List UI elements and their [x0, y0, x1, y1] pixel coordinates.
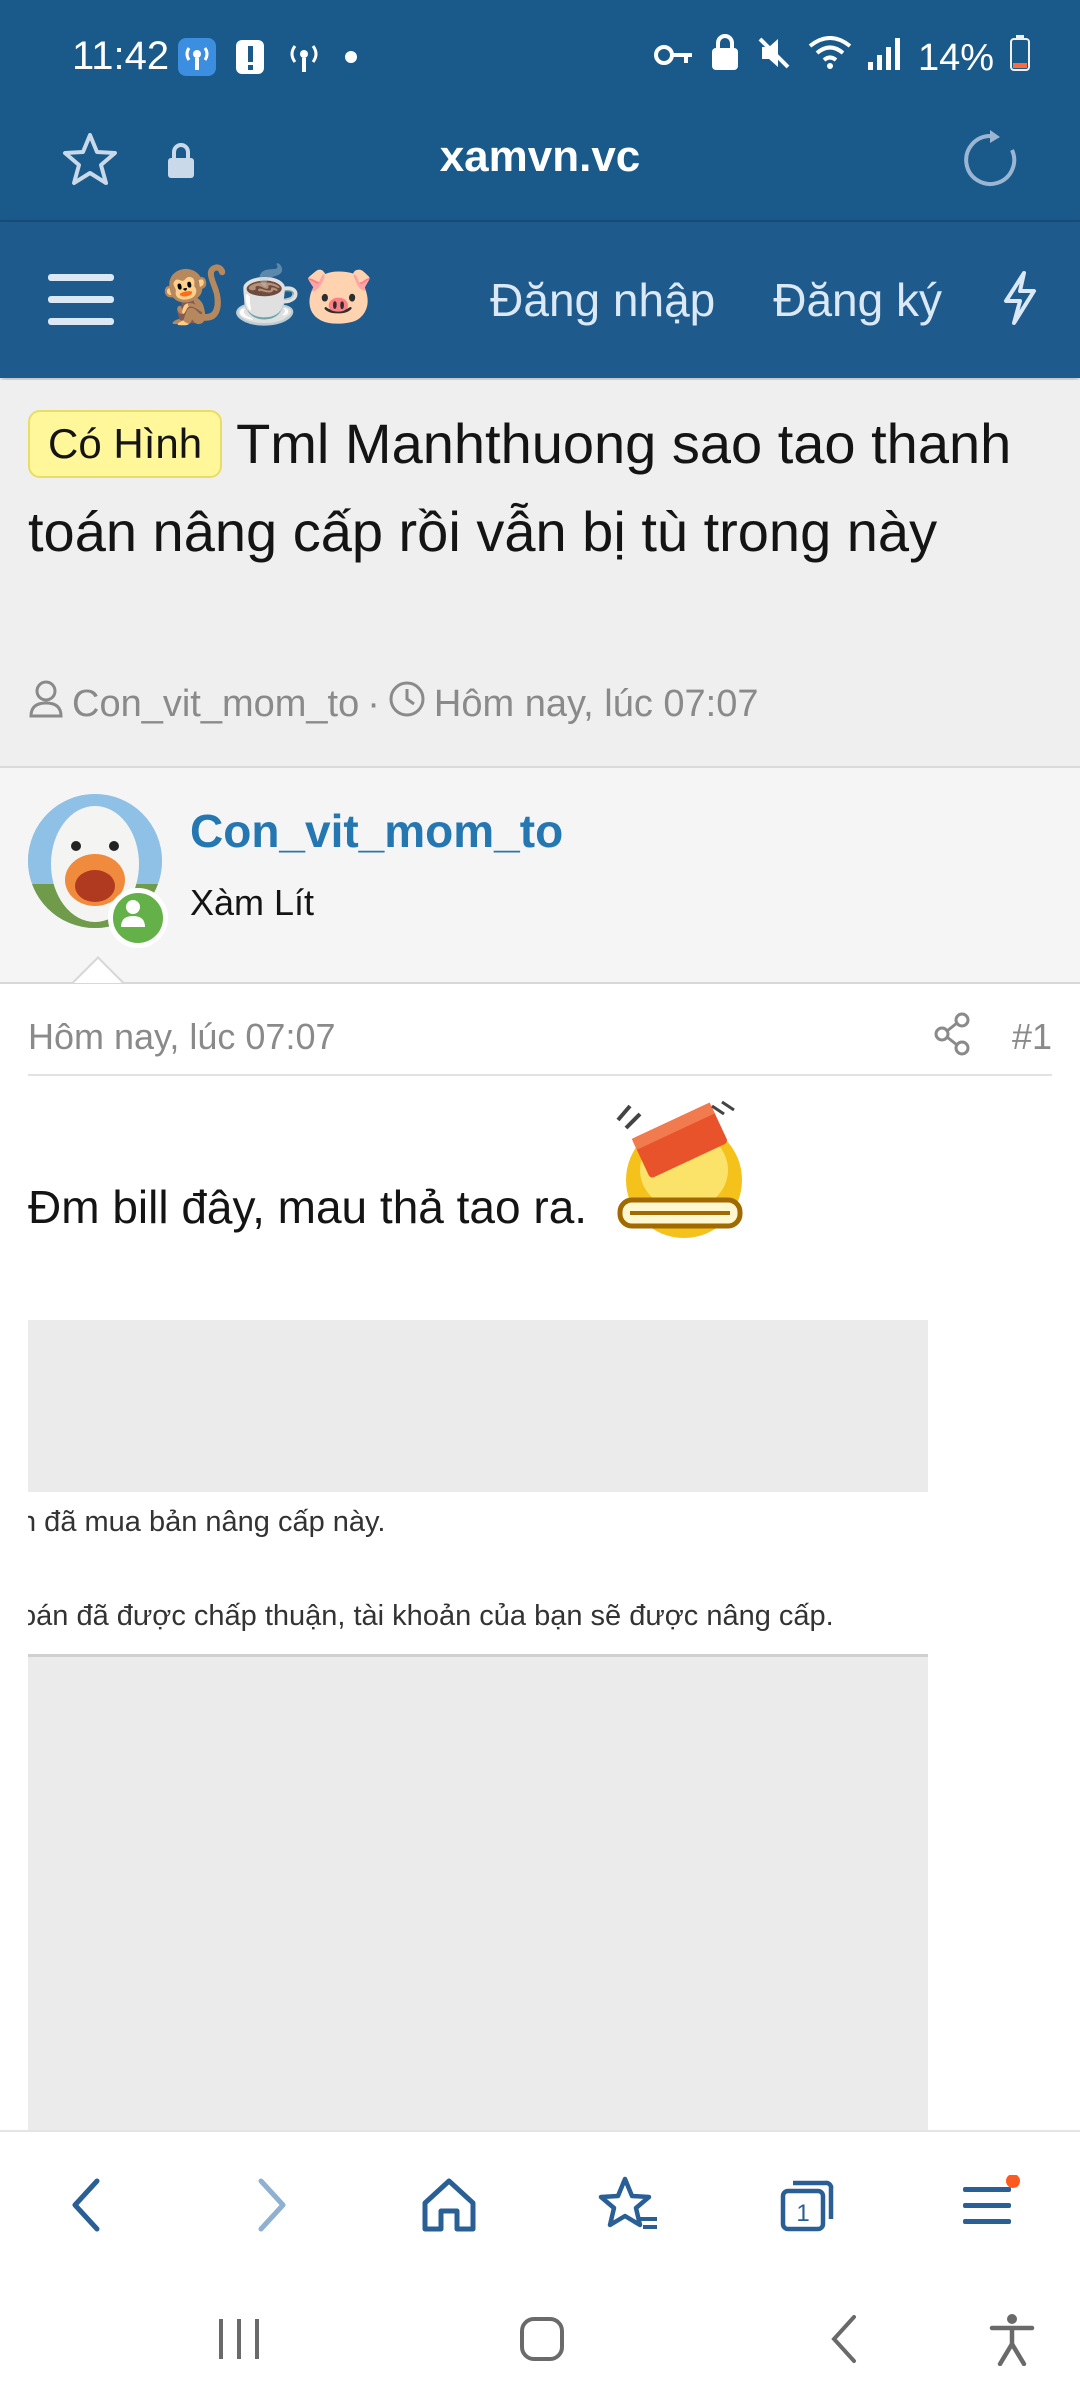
lock-recycle-icon	[710, 34, 740, 82]
brick-smiley-icon	[612, 1100, 762, 1245]
thread-title: Có Hình Tml Manhthuong sao tao thanh toán…	[28, 400, 1058, 576]
status-system-icons: 14%	[653, 34, 1030, 82]
status-bar: 11:42 14%	[0, 0, 1080, 110]
battery-percent: 14%	[917, 36, 994, 79]
hotspot-icon	[178, 38, 216, 81]
alert-icon	[236, 38, 264, 81]
svg-text:1: 1	[796, 2200, 809, 2227]
meta-separator: ·	[367, 682, 380, 725]
browser-url-bar: xamvn.vc	[0, 110, 1080, 220]
share-icon[interactable]	[932, 1012, 972, 1065]
back-system-button[interactable]	[804, 2304, 884, 2374]
broadcast-icon	[284, 38, 324, 81]
menu-hamburger-icon[interactable]	[48, 270, 114, 335]
back-button[interactable]	[42, 2160, 132, 2250]
logo-monkey-icon[interactable]: 🐒	[160, 262, 230, 328]
url-text[interactable]: xamvn.vc	[0, 132, 1080, 182]
lightning-icon[interactable]	[1000, 270, 1040, 330]
status-notification-icons	[178, 38, 358, 81]
clock-icon	[388, 680, 426, 728]
dot-icon	[344, 50, 358, 69]
recents-button[interactable]	[200, 2304, 280, 2374]
reload-icon[interactable]	[958, 128, 1022, 197]
system-nav-bar	[0, 2270, 1080, 2400]
home-system-button[interactable]	[502, 2304, 582, 2374]
image-text-line-2: oán đã được chấp thuận, tài khoản của bạ…	[28, 1600, 834, 1632]
status-time: 11:42	[72, 34, 170, 78]
wifi-icon	[808, 36, 852, 80]
vpn-key-icon	[653, 37, 694, 80]
browser-menu-button[interactable]	[944, 2160, 1034, 2250]
login-link[interactable]: Đăng nhập	[490, 273, 715, 327]
tabs-button[interactable]: 1	[762, 2160, 852, 2250]
mute-icon	[756, 35, 792, 81]
thread-meta: Con_vit_mom_to · Hôm nay, lúc 07:07	[28, 680, 758, 728]
image-text-line-1: n đã mua bản nâng cấp này.	[28, 1506, 386, 1538]
browser-bottom-toolbar: 1	[0, 2130, 1080, 2272]
thread-header: Có Hình Tml Manhthuong sao tao thanh toán…	[0, 380, 1080, 768]
post-user-block: Con_vit_mom_to Xàm Lít	[0, 768, 1080, 984]
thread-date[interactable]: Hôm nay, lúc 07:07	[434, 683, 759, 726]
site-navbar: 🐒 ☕ 🐷 Đăng nhập Đăng ký	[0, 220, 1080, 378]
forward-button[interactable]	[226, 2160, 316, 2250]
home-button[interactable]	[404, 2160, 494, 2250]
image-gray-region-top	[28, 1320, 928, 1492]
bookmarks-button[interactable]	[584, 2160, 674, 2250]
prefix-badge[interactable]: Có Hình	[28, 410, 223, 479]
image-gray-region-bottom	[28, 1657, 928, 2130]
post-username[interactable]: Con_vit_mom_to	[190, 804, 563, 858]
post-attached-image[interactable]: n đã mua bản nâng cấp này. oán đã được c…	[28, 1320, 928, 2130]
register-link[interactable]: Đăng ký	[773, 273, 942, 327]
post-user-title: Xàm Lít	[190, 882, 315, 923]
user-icon	[28, 680, 64, 728]
message-arrow	[72, 956, 124, 983]
battery-icon	[1010, 35, 1030, 81]
online-status-icon	[108, 888, 168, 948]
logo-pig-icon[interactable]: 🐷	[304, 262, 374, 328]
thread-author[interactable]: Con_vit_mom_to	[72, 683, 359, 726]
logo-coffee-icon[interactable]: ☕	[232, 262, 302, 328]
post-body-text: Đm bill đây, mau thả tao ra.	[28, 1181, 588, 1233]
post-number[interactable]: #1	[1012, 1016, 1052, 1058]
post-meta-bar: Hôm nay, lúc 07:07 #1	[28, 1010, 1052, 1076]
post-date[interactable]: Hôm nay, lúc 07:07	[28, 1016, 336, 1058]
accessibility-icon[interactable]	[972, 2304, 1052, 2374]
signal-icon	[867, 37, 902, 80]
